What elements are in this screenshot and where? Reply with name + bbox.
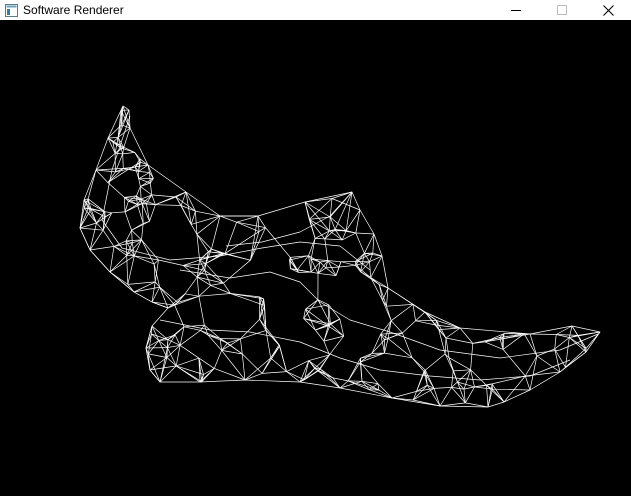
wireframe-shoe-model <box>79 105 601 408</box>
close-icon <box>602 4 614 16</box>
window-title: Software Renderer <box>23 3 124 17</box>
render-viewport[interactable] <box>0 20 631 496</box>
maximize-icon <box>557 5 567 15</box>
mesh-edges <box>79 105 601 408</box>
app-window-icon <box>4 3 18 17</box>
app-window: Software Renderer <box>0 0 631 496</box>
maximize-button[interactable] <box>539 0 585 20</box>
mesh-seam-1 <box>101 115 371 271</box>
close-button[interactable] <box>585 0 631 20</box>
mesh-outline <box>79 105 601 408</box>
minimize-button[interactable] <box>493 0 539 20</box>
title-bar[interactable]: Software Renderer <box>0 0 631 20</box>
minimize-icon <box>511 10 521 11</box>
window-controls <box>493 0 631 20</box>
mesh-seam-4 <box>225 191 353 247</box>
